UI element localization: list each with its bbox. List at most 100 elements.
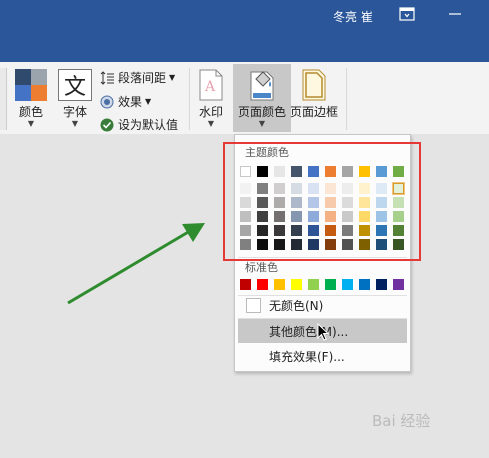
theme-color-swatch[interactable] (325, 239, 336, 250)
ribbon-design-tab: 颜色 ▼ 文 字体 ▼ 段落间距 ▼ 效果 ▼ 设为默认值 A 水印 ▼ 页面颜… (0, 62, 489, 135)
no-color-item[interactable]: 无颜色(N) (238, 293, 407, 317)
theme-color-swatch[interactable] (393, 183, 404, 194)
colors-label: 颜色 (18, 105, 43, 119)
theme-color-swatch[interactable] (376, 239, 387, 250)
standard-color-swatch[interactable] (376, 279, 387, 290)
standard-color-swatch[interactable] (325, 279, 336, 290)
theme-color-swatch[interactable] (240, 166, 251, 177)
theme-color-swatch[interactable] (291, 183, 302, 194)
theme-color-swatch[interactable] (240, 183, 251, 194)
paragraph-spacing-label: 段落间距 (118, 71, 167, 85)
theme-color-swatch[interactable] (291, 166, 302, 177)
theme-color-swatch[interactable] (274, 183, 285, 194)
theme-color-swatch[interactable] (257, 166, 268, 177)
theme-color-swatch[interactable] (393, 225, 404, 236)
theme-color-swatch[interactable] (359, 211, 370, 222)
effects-button[interactable]: 效果 ▼ (100, 93, 151, 110)
effects-icon (100, 95, 114, 108)
no-color-swatch (246, 297, 261, 313)
theme-color-swatch[interactable] (308, 183, 319, 194)
theme-color-swatch[interactable] (376, 225, 387, 236)
theme-color-swatch[interactable] (274, 239, 285, 250)
theme-color-swatch[interactable] (342, 211, 353, 222)
theme-color-swatch[interactable] (359, 183, 370, 194)
theme-color-swatch[interactable] (257, 239, 268, 250)
theme-color-swatch[interactable] (308, 197, 319, 208)
page-color-button[interactable]: 页面颜色 ▼ (233, 64, 291, 132)
theme-color-swatch[interactable] (291, 211, 302, 222)
standard-color-swatch[interactable] (257, 279, 268, 290)
standard-color-swatch[interactable] (342, 279, 353, 290)
chevron-down-icon: ▼ (145, 97, 152, 106)
fill-effects-item[interactable]: 填充效果(F)... (238, 344, 407, 368)
theme-color-swatch[interactable] (393, 197, 404, 208)
chevron-down-icon: ▼ (258, 119, 266, 128)
theme-color-swatch[interactable] (240, 211, 251, 222)
theme-color-swatch[interactable] (393, 166, 404, 177)
theme-color-swatch[interactable] (308, 225, 319, 236)
user-name[interactable]: 冬亮 崔 (333, 8, 373, 25)
theme-color-swatch[interactable] (376, 197, 387, 208)
set-as-default-button[interactable]: 设为默认值 (100, 116, 178, 133)
theme-color-swatch[interactable] (274, 225, 285, 236)
paragraph-spacing-button[interactable]: 段落间距 ▼ (100, 69, 175, 86)
theme-color-swatch[interactable] (257, 225, 268, 236)
theme-color-swatch[interactable] (291, 225, 302, 236)
theme-color-swatch[interactable] (376, 166, 387, 177)
standard-color-swatch[interactable] (274, 279, 285, 290)
theme-color-swatch[interactable] (342, 166, 353, 177)
theme-color-swatch[interactable] (257, 197, 268, 208)
theme-color-swatch[interactable] (325, 183, 336, 194)
check-circle-icon (100, 118, 114, 131)
theme-color-swatch[interactable] (274, 166, 285, 177)
theme-color-swatch[interactable] (359, 166, 370, 177)
theme-color-swatch[interactable] (308, 166, 319, 177)
minimize-icon[interactable] (446, 6, 464, 22)
page-border-button[interactable]: 页面边框 (290, 69, 338, 120)
theme-color-swatch[interactable] (291, 239, 302, 250)
watermark-button[interactable]: A 水印 ▼ (199, 69, 223, 128)
theme-color-swatch[interactable] (308, 239, 319, 250)
standard-color-swatch[interactable] (240, 279, 251, 290)
theme-color-swatch[interactable] (359, 197, 370, 208)
page-border-label: 页面边框 (290, 105, 339, 119)
theme-color-swatch[interactable] (240, 197, 251, 208)
standard-color-swatch[interactable] (308, 279, 319, 290)
theme-color-swatch[interactable] (325, 197, 336, 208)
theme-color-swatch[interactable] (274, 211, 285, 222)
theme-color-swatch[interactable] (257, 211, 268, 222)
theme-color-swatch[interactable] (376, 211, 387, 222)
theme-color-swatch[interactable] (274, 197, 285, 208)
standard-color-swatch[interactable] (393, 279, 404, 290)
theme-colors-title: 主题颜色 (245, 146, 289, 159)
theme-color-swatch[interactable] (240, 225, 251, 236)
theme-color-swatch[interactable] (325, 211, 336, 222)
theme-color-swatch[interactable] (325, 166, 336, 177)
theme-color-swatch[interactable] (359, 239, 370, 250)
theme-color-swatch[interactable] (291, 197, 302, 208)
paragraph-spacing-icon (100, 70, 114, 85)
colors-button[interactable]: 颜色 ▼ (15, 69, 47, 128)
theme-color-swatch[interactable] (359, 225, 370, 236)
fonts-button[interactable]: 文 字体 ▼ (58, 69, 92, 128)
effects-label: 效果 (118, 95, 143, 109)
no-color-label: 无颜色(N) (269, 298, 324, 313)
theme-color-swatch[interactable] (342, 197, 353, 208)
standard-color-swatch[interactable] (291, 279, 302, 290)
chevron-down-icon: ▼ (207, 119, 215, 128)
theme-color-swatch[interactable] (393, 211, 404, 222)
theme-gallery-edge[interactable] (0, 68, 7, 130)
set-as-default-label: 设为默认值 (118, 118, 179, 132)
page-color-icon (250, 71, 274, 101)
theme-color-swatch[interactable] (376, 183, 387, 194)
ribbon-display-options-icon[interactable] (398, 6, 416, 22)
theme-color-swatch[interactable] (257, 183, 268, 194)
theme-color-swatch[interactable] (342, 239, 353, 250)
theme-color-swatch[interactable] (342, 183, 353, 194)
theme-color-swatch[interactable] (308, 211, 319, 222)
standard-color-swatch[interactable] (359, 279, 370, 290)
theme-color-swatch[interactable] (342, 225, 353, 236)
theme-color-swatch[interactable] (325, 225, 336, 236)
theme-color-swatch[interactable] (393, 239, 404, 250)
theme-color-swatch[interactable] (240, 239, 251, 250)
